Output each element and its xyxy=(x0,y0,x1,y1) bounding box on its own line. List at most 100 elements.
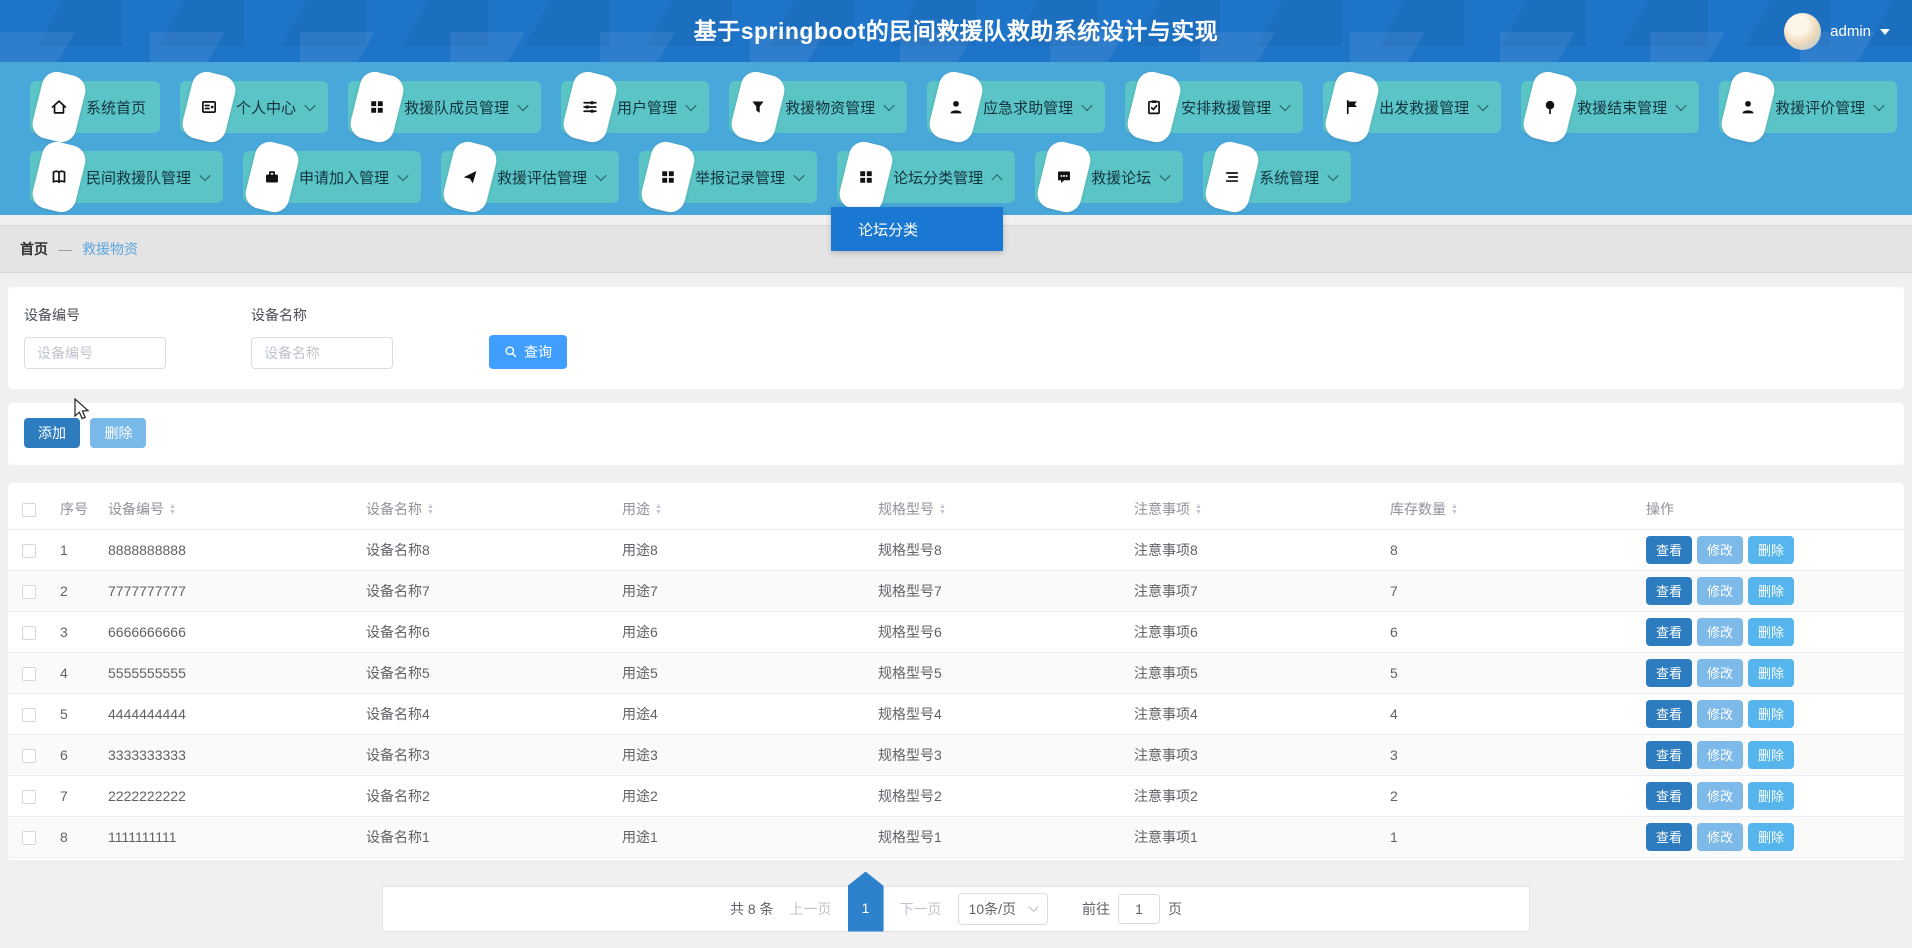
nav-item-系统管理[interactable]: 系统管理 xyxy=(1203,151,1351,203)
edit-button[interactable]: 修改 xyxy=(1697,577,1743,605)
chevron-down-icon xyxy=(304,100,315,111)
id-card-icon xyxy=(201,99,218,116)
cell-note: 注意事项1 xyxy=(1124,816,1380,857)
row-actions-cell: 查看修改删除 xyxy=(1636,693,1904,734)
cell-device-name: 设备名称3 xyxy=(356,734,612,775)
page-size-select[interactable]: 10条/页 xyxy=(958,893,1048,925)
view-button[interactable]: 查看 xyxy=(1646,700,1692,728)
cell-device-name: 设备名称4 xyxy=(356,693,612,734)
edit-button[interactable]: 修改 xyxy=(1697,700,1743,728)
delete-button[interactable]: 删除 xyxy=(90,418,146,448)
delete-row-button[interactable]: 删除 xyxy=(1748,823,1794,851)
device-name-input[interactable] xyxy=(251,337,393,369)
goto-page-input[interactable] xyxy=(1118,894,1160,924)
sort-caret-icon[interactable]: ▲▼ xyxy=(1195,504,1202,516)
nav-item-民间救援队管理[interactable]: 民间救援队管理 xyxy=(30,151,223,203)
nav-item-救援物资管理[interactable]: 救援物资管理 xyxy=(729,81,907,133)
edit-button[interactable]: 修改 xyxy=(1697,618,1743,646)
sort-caret-icon[interactable]: ▲▼ xyxy=(169,504,176,516)
edit-button[interactable]: 修改 xyxy=(1697,536,1743,564)
row-checkbox[interactable] xyxy=(22,667,36,681)
delete-row-button[interactable]: 删除 xyxy=(1748,782,1794,810)
column-header-操作: 操作 xyxy=(1636,489,1904,529)
dropdown-item-论坛分类[interactable]: 论坛分类 xyxy=(831,207,1003,251)
column-header-设备名称[interactable]: 设备名称▲▼ xyxy=(356,489,612,529)
book-icon xyxy=(51,169,68,186)
row-checkbox[interactable] xyxy=(22,790,36,804)
row-select-cell xyxy=(8,652,50,693)
breadcrumb-home[interactable]: 首页 xyxy=(20,239,48,259)
nav-item-用户管理[interactable]: 用户管理 xyxy=(561,81,709,133)
breadcrumb-separator: — xyxy=(58,241,72,257)
column-header-库存数量[interactable]: 库存数量▲▼ xyxy=(1380,489,1636,529)
view-button[interactable]: 查看 xyxy=(1646,618,1692,646)
row-checkbox[interactable] xyxy=(22,749,36,763)
nav-item-举报记录管理[interactable]: 举报记录管理 xyxy=(639,151,817,203)
nav-item-系统首页[interactable]: 系统首页 xyxy=(30,81,160,133)
view-button[interactable]: 查看 xyxy=(1646,659,1692,687)
nav-item-论坛分类管理[interactable]: 论坛分类管理论坛分类 xyxy=(837,151,1015,203)
nav-item-救援队成员管理[interactable]: 救援队成员管理 xyxy=(348,81,541,133)
nav-item-救援评价管理[interactable]: 救援评价管理 xyxy=(1719,81,1897,133)
edit-button[interactable]: 修改 xyxy=(1697,659,1743,687)
prev-page-button[interactable]: 上一页 xyxy=(790,899,832,919)
user-menu[interactable]: admin xyxy=(1784,0,1890,62)
nav-item-救援结束管理[interactable]: 救援结束管理 xyxy=(1521,81,1699,133)
delete-row-button[interactable]: 删除 xyxy=(1748,577,1794,605)
sort-caret-icon[interactable]: ▲▼ xyxy=(1451,504,1458,516)
column-header-规格型号[interactable]: 规格型号▲▼ xyxy=(868,489,1124,529)
view-button[interactable]: 查看 xyxy=(1646,823,1692,851)
delete-row-button[interactable]: 删除 xyxy=(1748,741,1794,769)
cell-device-name: 设备名称6 xyxy=(356,611,612,652)
add-button[interactable]: 添加 xyxy=(24,418,80,448)
query-button[interactable]: 查询 xyxy=(489,335,567,369)
nav-item-救援评估管理[interactable]: 救援评估管理 xyxy=(441,151,619,203)
delete-row-button[interactable]: 删除 xyxy=(1748,618,1794,646)
row-checkbox[interactable] xyxy=(22,626,36,640)
nav-item-申请加入管理[interactable]: 申请加入管理 xyxy=(243,151,421,203)
row-actions-cell: 查看修改删除 xyxy=(1636,816,1904,857)
row-checkbox[interactable] xyxy=(22,544,36,558)
select-all-checkbox[interactable] xyxy=(22,503,36,517)
row-checkbox[interactable] xyxy=(22,585,36,599)
cell-spec: 规格型号7 xyxy=(868,570,1124,611)
nav-item-个人中心[interactable]: 个人中心 xyxy=(180,81,328,133)
view-button[interactable]: 查看 xyxy=(1646,782,1692,810)
nav-item-出发救援管理[interactable]: 出发救援管理 xyxy=(1323,81,1501,133)
column-header-设备编号[interactable]: 设备编号▲▼ xyxy=(98,489,356,529)
cell-device-name: 设备名称1 xyxy=(356,816,612,857)
device-code-input[interactable] xyxy=(24,337,166,369)
delete-row-button[interactable]: 删除 xyxy=(1748,659,1794,687)
row-checkbox[interactable] xyxy=(22,831,36,845)
sort-caret-icon[interactable]: ▲▼ xyxy=(427,504,434,516)
sort-caret-icon[interactable]: ▲▼ xyxy=(655,504,662,516)
view-button[interactable]: 查看 xyxy=(1646,741,1692,769)
nav-item-label: 救援评估管理 xyxy=(497,167,587,188)
cell-device-code: 8888888888 xyxy=(98,529,356,570)
edit-button[interactable]: 修改 xyxy=(1697,741,1743,769)
view-button[interactable]: 查看 xyxy=(1646,577,1692,605)
table-panel: 序号设备编号▲▼设备名称▲▼用途▲▼规格型号▲▼注意事项▲▼库存数量▲▼操作 1… xyxy=(8,483,1904,860)
delete-row-button[interactable]: 删除 xyxy=(1748,536,1794,564)
nav-item-安排救援管理[interactable]: 安排救援管理 xyxy=(1125,81,1303,133)
breadcrumb-current[interactable]: 救援物资 xyxy=(82,239,138,259)
nav-item-应急求助管理[interactable]: 应急求助管理 xyxy=(927,81,1105,133)
cell-usage: 用途6 xyxy=(612,611,868,652)
edit-button[interactable]: 修改 xyxy=(1697,782,1743,810)
row-actions-cell: 查看修改删除 xyxy=(1636,570,1904,611)
nav-item-label: 救援队成员管理 xyxy=(404,97,509,118)
sort-caret-icon[interactable]: ▲▼ xyxy=(939,504,946,516)
column-header-用途[interactable]: 用途▲▼ xyxy=(612,489,868,529)
nav-item-救援论坛[interactable]: 救援论坛 xyxy=(1035,151,1183,203)
column-header-注意事项[interactable]: 注意事项▲▼ xyxy=(1124,489,1380,529)
chevron-down-icon xyxy=(1159,170,1170,181)
edit-button[interactable]: 修改 xyxy=(1697,823,1743,851)
row-checkbox[interactable] xyxy=(22,708,36,722)
view-button[interactable]: 查看 xyxy=(1646,536,1692,564)
cell-spec: 规格型号2 xyxy=(868,775,1124,816)
avatar[interactable] xyxy=(1784,13,1821,50)
row-select-cell xyxy=(8,529,50,570)
next-page-button[interactable]: 下一页 xyxy=(900,899,942,919)
delete-row-button[interactable]: 删除 xyxy=(1748,700,1794,728)
page-1-button[interactable]: 1 xyxy=(848,872,884,932)
